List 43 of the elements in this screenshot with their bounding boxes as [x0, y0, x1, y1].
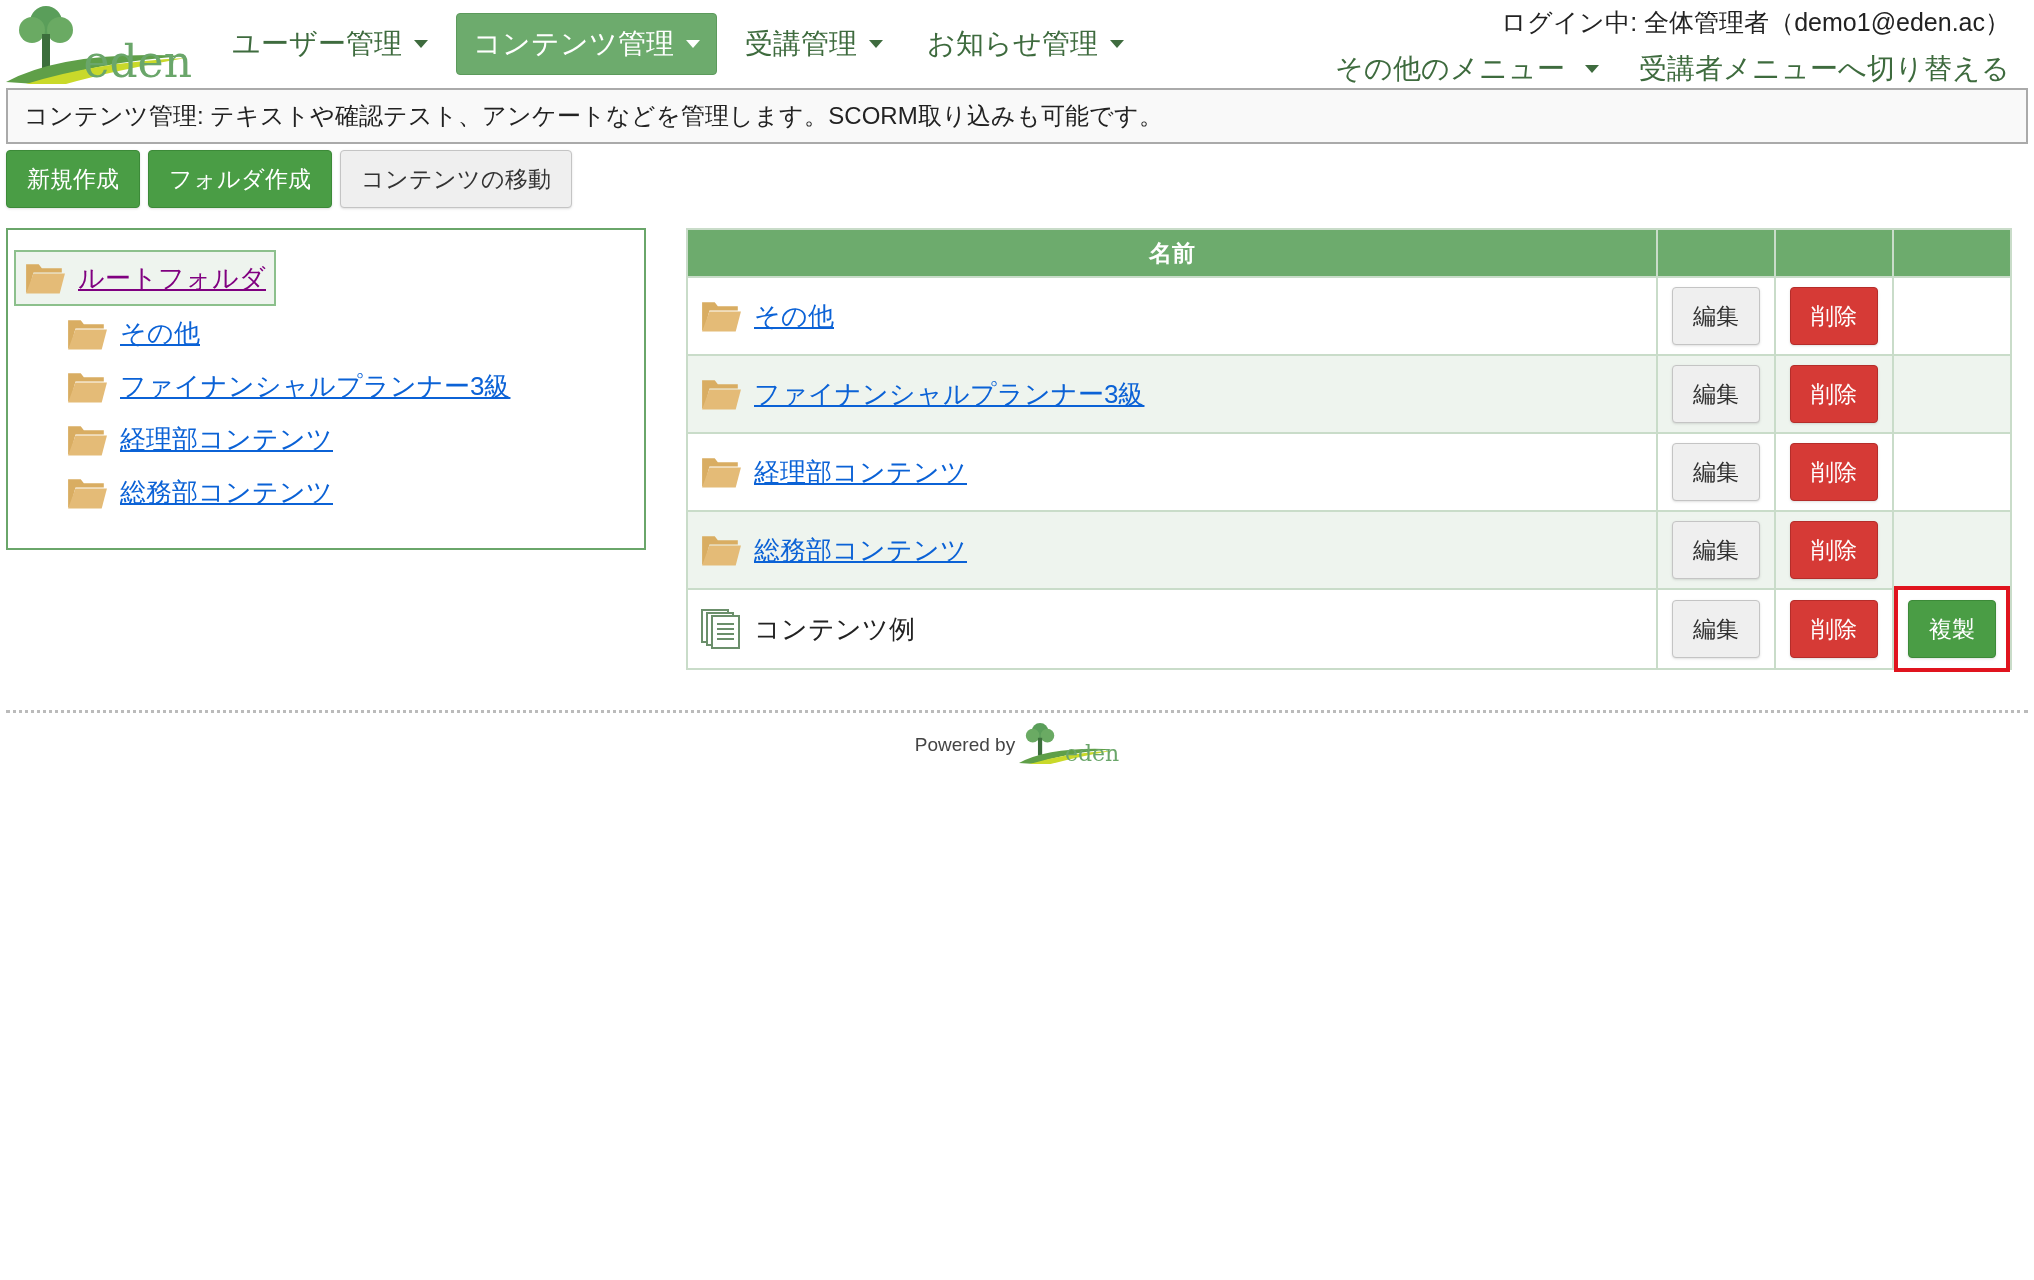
tree-item[interactable]: その他	[66, 314, 200, 353]
delete-button[interactable]: 削除	[1790, 521, 1878, 579]
tree-item[interactable]: ルートフォルダ	[14, 250, 276, 306]
documents-icon	[700, 608, 742, 650]
folder-icon	[24, 261, 66, 295]
delete-button[interactable]: 削除	[1790, 443, 1878, 501]
copy-button[interactable]: 複製	[1908, 600, 1996, 658]
delete-button[interactable]: 削除	[1790, 287, 1878, 345]
other-menu[interactable]: その他のメニュー	[1335, 47, 1599, 90]
caret-icon	[869, 40, 883, 48]
nav-menu[interactable]: お知らせ管理	[911, 13, 1140, 75]
caret-icon	[1110, 40, 1124, 48]
content-name: コンテンツ例	[754, 612, 915, 646]
powered-by-text: Powered by	[914, 732, 1016, 757]
nav-menu[interactable]: 受講管理	[729, 13, 899, 75]
edit-button[interactable]: 編集	[1672, 443, 1760, 501]
action-button[interactable]: 新規作成	[6, 150, 140, 208]
description-bar: コンテンツ管理: テキストや確認テスト、アンケートなどを管理します。SCORM取り込みも可能です。	[6, 88, 2028, 144]
folder-icon	[700, 377, 742, 411]
folder-icon	[700, 455, 742, 489]
tree-item[interactable]: ファイナンシャルプランナー3級	[66, 367, 511, 406]
switch-menu-link[interactable]: 受講者メニューへ切り替える	[1639, 47, 2010, 90]
tree-item[interactable]: 総務部コンテンツ	[66, 473, 333, 512]
edit-button[interactable]: 編集	[1672, 287, 1760, 345]
caret-icon	[686, 40, 700, 48]
folder-link[interactable]: その他	[754, 296, 834, 336]
tree-item[interactable]: 経理部コンテンツ	[66, 420, 333, 459]
login-status: ログイン中: 全体管理者（demo1@eden.ac）	[1501, 7, 2010, 38]
folder-icon	[700, 533, 742, 567]
folder-icon	[700, 299, 742, 333]
column-header: 名前	[687, 229, 1657, 277]
action-button[interactable]: フォルダ作成	[148, 150, 332, 208]
edit-button[interactable]: 編集	[1672, 521, 1760, 579]
caret-icon	[1585, 64, 1599, 73]
folder-link[interactable]: 総務部コンテンツ	[754, 530, 967, 570]
delete-button[interactable]: 削除	[1790, 365, 1878, 423]
folder-link[interactable]: 経理部コンテンツ	[754, 452, 967, 492]
edit-button[interactable]: 編集	[1672, 600, 1760, 658]
caret-icon	[414, 40, 428, 48]
edit-button[interactable]: 編集	[1672, 365, 1760, 423]
nav-menu[interactable]: ユーザー管理	[216, 13, 444, 75]
delete-button[interactable]: 削除	[1790, 600, 1878, 658]
action-button[interactable]: コンテンツの移動	[340, 150, 572, 208]
